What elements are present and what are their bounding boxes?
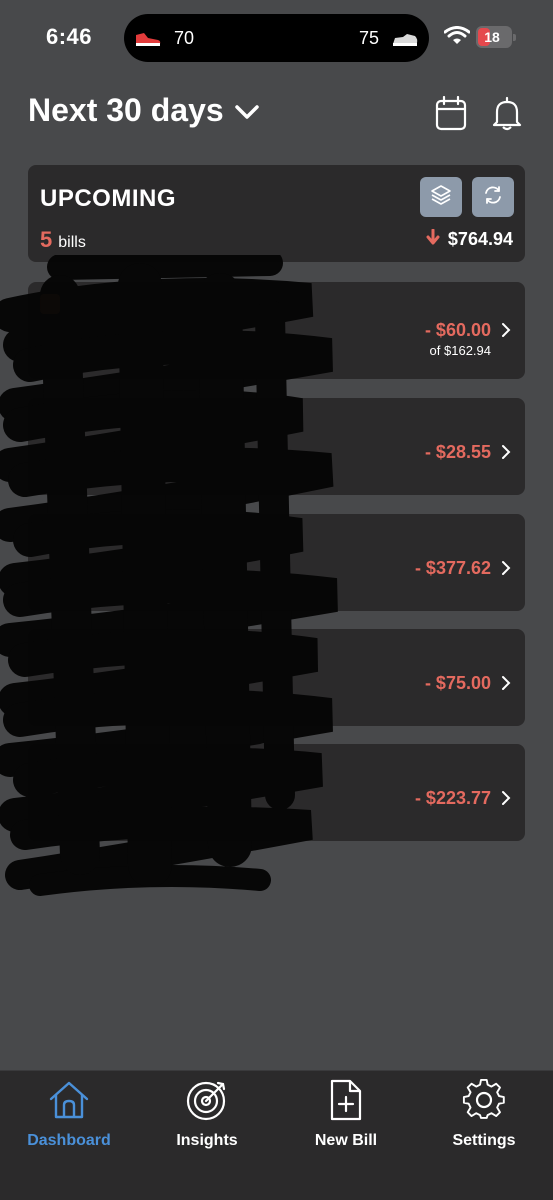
tab-bar: Dashboard Insights New Bill Settings [0,1070,553,1200]
bill-amount: - $75.00 [424,673,491,693]
upcoming-summary-card: UPCOMING 5 bills $764.94 [28,165,525,262]
bell-icon[interactable] [491,96,523,137]
wifi-icon [443,26,471,51]
bill-count-suffix: bills [58,234,86,251]
chevron-right-icon [501,675,511,696]
bill-amount: - $28.55 [424,442,491,462]
summary-total-amount: $764.94 [447,229,513,249]
bill-amount: - $377.62 [414,558,491,578]
redaction-scribble [0,255,338,896]
dynamic-island[interactable]: 70 75 [124,14,429,62]
battery-icon: 18 [476,26,516,48]
summary-total: $764.94 [426,228,513,250]
chevron-right-icon [501,560,511,581]
summary-label: UPCOMING [40,185,176,212]
battery-level: 18 [484,29,500,45]
chevron-right-icon [501,322,511,343]
chevron-right-icon [501,790,511,811]
tab-dashboard[interactable]: Dashboard [9,1079,129,1150]
activity-left-value: 70 [174,28,195,48]
period-selector[interactable]: Next 30 days [28,92,260,129]
layers-icon [430,184,452,211]
sneaker-icon [391,29,419,52]
chevron-right-icon [501,444,511,465]
refresh-button[interactable] [472,177,514,217]
activity-right-value: 75 [358,28,379,48]
sneaker-icon [134,29,162,52]
calendar-icon[interactable] [435,95,467,137]
status-time: 6:46 [46,24,93,49]
gear-icon [462,1079,506,1126]
bill-amount: - $223.77 [414,788,491,808]
tab-new-bill[interactable]: New Bill [286,1079,406,1150]
page-title: Next 30 days [28,92,224,128]
target-icon [185,1079,229,1126]
bill-count: 5 bills [40,227,86,253]
bill-of-total: of $162.94 [429,343,491,358]
tab-settings[interactable]: Settings [424,1079,544,1150]
tab-label: New Bill [314,1132,378,1149]
new-document-icon [324,1079,368,1126]
refresh-icon [482,184,504,211]
status-bar: 6:46 70 75 18 [0,0,553,76]
chevron-down-icon [234,92,260,129]
tab-insights[interactable]: Insights [147,1079,267,1150]
tab-label: Dashboard [27,1132,111,1149]
arrow-down-icon [426,228,440,250]
tab-label: Settings [452,1132,516,1149]
bill-count-number: 5 [40,227,53,252]
home-icon [47,1079,91,1126]
bill-amount: - $60.00 [424,320,491,340]
tab-label: Insights [176,1132,238,1149]
layers-button[interactable] [420,177,462,217]
